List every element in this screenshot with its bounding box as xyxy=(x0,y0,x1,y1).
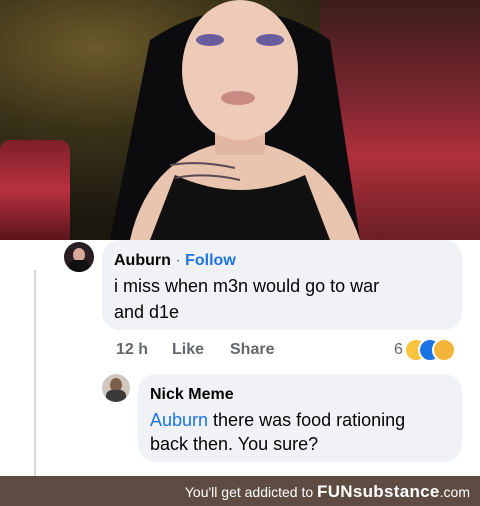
reply-bubble: Nick Meme Auburn there was food rationin… xyxy=(138,374,462,462)
avatar[interactable] xyxy=(64,242,94,272)
care-reaction-icon[interactable] xyxy=(432,338,456,362)
follow-link[interactable]: Follow xyxy=(185,252,236,269)
separator: · xyxy=(175,252,181,269)
mention-link[interactable]: Auburn xyxy=(150,410,208,430)
comment-text-line1: i miss when m3n would go to war xyxy=(114,276,380,296)
like-button[interactable]: Like xyxy=(172,341,204,359)
footer-brand: FUNsubstance xyxy=(317,482,440,501)
avatar[interactable] xyxy=(102,374,130,402)
post-photo xyxy=(0,0,480,240)
reply-text-after-mention: there was food rationing xyxy=(208,410,406,430)
share-button[interactable]: Share xyxy=(230,341,274,359)
reply-text-line2: back then. You sure? xyxy=(150,434,319,454)
comment-bubble: Auburn · Follow i miss when m3n would go… xyxy=(102,240,462,330)
comments-section: Auburn · Follow i miss when m3n would go… xyxy=(0,240,480,480)
thread-line xyxy=(34,270,36,480)
watermark-footer: You'll get addicted to FUNsubstance.com xyxy=(0,476,480,506)
reply-author[interactable]: Nick Meme xyxy=(150,386,234,404)
reaction-count[interactable]: 6 xyxy=(394,341,403,359)
footer-tagline: You'll get addicted to FUNsubstance.com xyxy=(185,482,470,502)
footer-domain: .com xyxy=(439,484,470,500)
portrait-illustration xyxy=(110,0,360,240)
footer-tagline-text: You'll get addicted to xyxy=(184,484,318,500)
comment-text-line2: and d1e xyxy=(114,302,180,322)
comment-timestamp[interactable]: 12 h xyxy=(116,341,148,359)
reply-text-line1: Auburn there was food rationing xyxy=(150,408,405,432)
comment-author[interactable]: Auburn xyxy=(114,252,171,269)
